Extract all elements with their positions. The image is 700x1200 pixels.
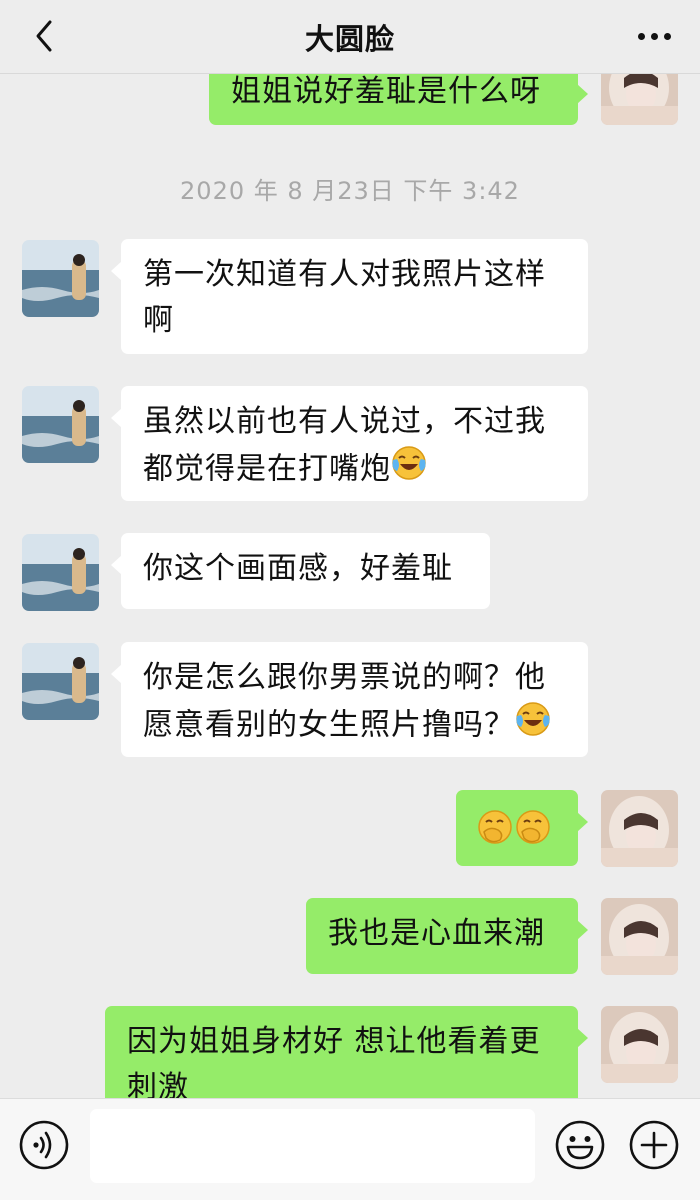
message-bubble-outgoing[interactable]: 我也是心血来潮 — [306, 898, 588, 974]
message-text-line: 虽然以前也有人说过，不过我 — [143, 404, 546, 439]
more-dots-icon — [637, 32, 645, 40]
contact-avatar[interactable] — [22, 643, 99, 720]
message-bubble-incoming[interactable]: 虽然以前也有人说过，不过我 都觉得是在打嘴炮 — [111, 386, 588, 501]
back-button[interactable] — [22, 14, 66, 58]
message-bubble-incoming[interactable]: 第一次知道有人对我照片这样 啊 — [111, 239, 588, 354]
emoji-icon — [555, 1120, 605, 1170]
message-input[interactable] — [90, 1109, 535, 1183]
message-text: 你这个画面感，好羞耻 — [143, 551, 453, 586]
message-bubble-outgoing[interactable] — [456, 790, 588, 866]
hand-over-mouth-emoji — [476, 808, 514, 860]
my-avatar[interactable] — [601, 898, 678, 975]
emoji-button[interactable] — [554, 1119, 606, 1171]
contact-avatar[interactable] — [22, 386, 99, 463]
laugh-cry-emoji — [515, 701, 551, 751]
chat-header: 大圆脸 — [0, 0, 700, 74]
chevron-left-icon — [36, 20, 52, 52]
message-text: 我也是心血来潮 — [328, 916, 545, 951]
my-avatar[interactable] — [601, 1006, 678, 1083]
message-text-line: 刺激 — [127, 1070, 189, 1098]
message-text-line: 都觉得是在打嘴炮 — [143, 451, 391, 487]
message-text-line: 因为姐姐身材好 想让他看着更 — [127, 1024, 541, 1059]
message-text-line: 啊 — [143, 303, 174, 338]
laugh-cry-emoji — [391, 445, 427, 495]
voice-icon — [19, 1120, 69, 1170]
contact-avatar[interactable] — [22, 534, 99, 611]
input-bar — [0, 1098, 700, 1200]
chat-area[interactable]: 姐姐说好羞耻是什么呀 2020 年 8 月23日 下午 3:42 第一次知道有人… — [0, 0, 700, 1098]
timestamp: 2020 年 8 月23日 下午 3:42 — [180, 177, 520, 205]
contact-avatar[interactable] — [22, 240, 99, 317]
voice-button[interactable] — [18, 1119, 70, 1171]
plus-icon — [629, 1120, 679, 1170]
message-bubble-incoming[interactable]: 你这个画面感，好羞耻 — [111, 533, 490, 609]
message-text: 姐姐说好羞耻是什么呀 — [231, 74, 541, 109]
message-bubble-outgoing[interactable]: 因为姐姐身材好 想让他看着更 刺激 — [105, 1006, 588, 1098]
plus-button[interactable] — [628, 1119, 680, 1171]
more-dot — [650, 32, 658, 40]
hand-over-mouth-emoji — [514, 808, 552, 860]
message-bubble-incoming[interactable]: 你是怎么跟你男票说的啊？他 愿意看别的女生照片撸吗？ — [111, 642, 588, 757]
more-dot — [663, 32, 671, 40]
chat-title: 大圆脸 — [304, 21, 395, 56]
message-text-line: 愿意看别的女生照片撸吗？ — [143, 707, 515, 743]
more-button[interactable] — [630, 18, 678, 54]
message-text-line: 你是怎么跟你男票说的啊？他 — [143, 660, 546, 695]
message-text-line: 第一次知道有人对我照片这样 — [143, 257, 546, 292]
my-avatar[interactable] — [601, 790, 678, 867]
